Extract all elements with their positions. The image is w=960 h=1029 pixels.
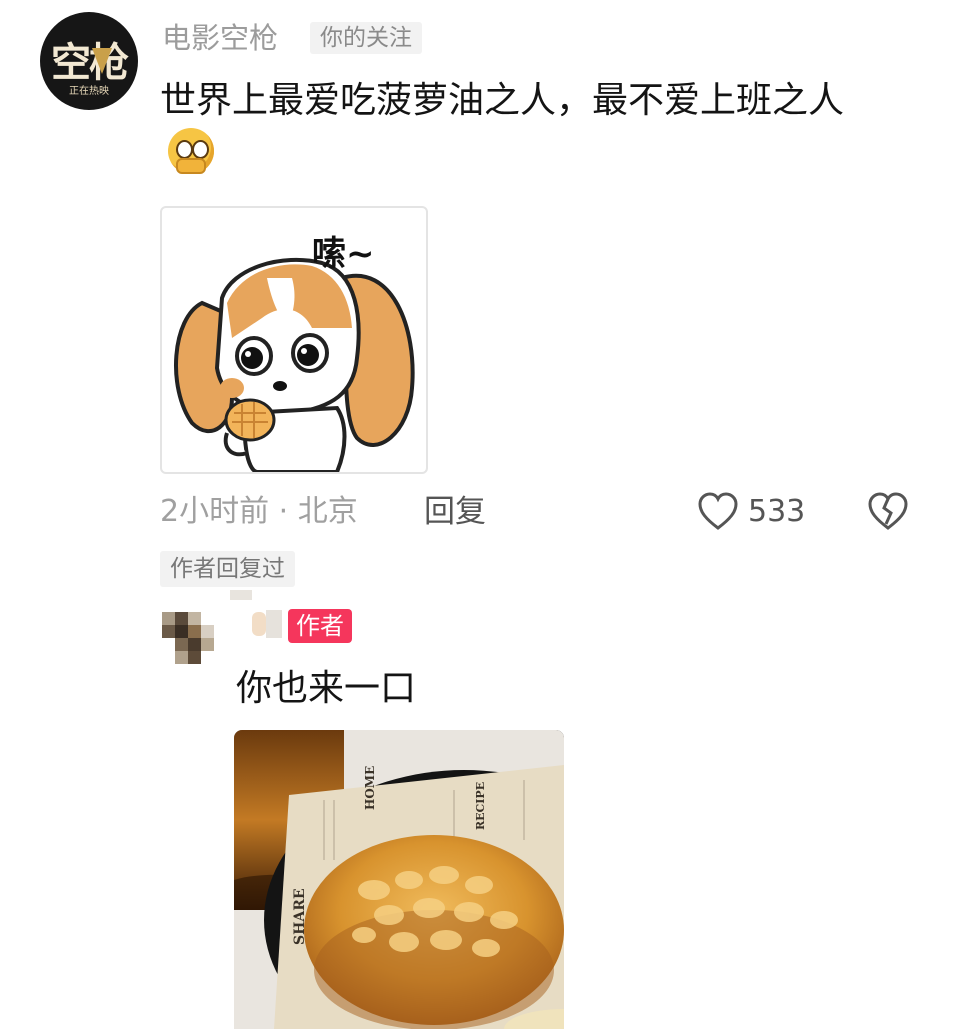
- sticker-caption: 嗦~: [312, 234, 375, 274]
- comment-sticker-image[interactable]: 嗦~: [160, 206, 428, 474]
- reply-text: 你也来一口: [236, 668, 417, 709]
- like-count: 533: [748, 494, 806, 529]
- reply-author-avatar[interactable]: [162, 612, 214, 664]
- thinking-face-icon: [166, 128, 218, 174]
- svg-text:HOME: HOME: [363, 766, 377, 810]
- svg-text:RECIPE: RECIPE: [474, 782, 487, 830]
- avatar-logo-text: 空枪: [51, 39, 129, 86]
- reply-author-name-obscured[interactable]: [222, 590, 282, 640]
- dog-eating-bun-illustration: [174, 258, 415, 472]
- author-replied-badge[interactable]: 作者回复过: [160, 551, 295, 587]
- broken-heart-icon[interactable]: [866, 490, 910, 534]
- reply-photo-pineapple-bun[interactable]: SHARE HOME RECIPE: [234, 730, 564, 1029]
- comment-body: 世界上最爱吃菠萝油之人，最不爱上班之人: [160, 74, 900, 182]
- avatar-logo-mark: [92, 48, 112, 74]
- reply-button[interactable]: 回复: [424, 490, 486, 534]
- author-badge: 作者: [288, 609, 352, 643]
- commenter-username[interactable]: 电影空枪: [162, 20, 278, 56]
- avatar-logo-sub: 正在热映: [69, 86, 109, 97]
- following-badge: 你的关注: [310, 22, 422, 54]
- commenter-avatar[interactable]: 空枪 正在热映: [40, 12, 138, 110]
- heart-icon[interactable]: [696, 490, 740, 534]
- comment-text: 世界上最爱吃菠萝油之人，最不爱上班之人: [160, 80, 845, 121]
- comment-time-location: 2小时前 · 北京: [160, 494, 358, 529]
